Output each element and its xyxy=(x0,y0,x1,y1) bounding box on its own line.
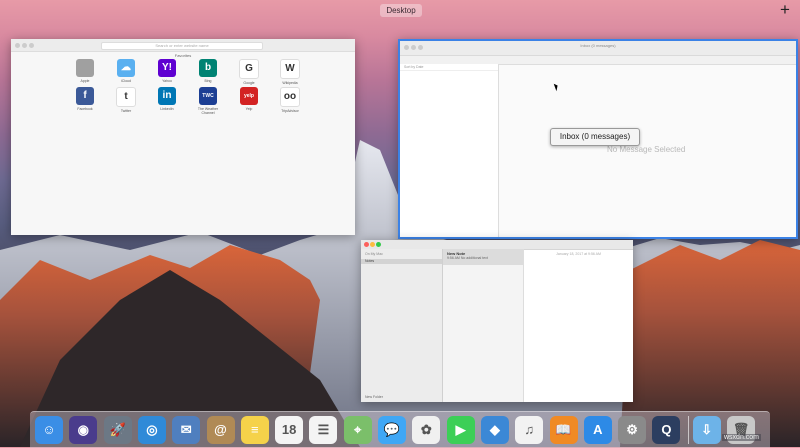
mail-stamp-icon[interactable]: ✉ xyxy=(172,416,201,444)
tripadvisor-icon: oo xyxy=(280,87,300,107)
favorite-label: The Weather Channel xyxy=(197,107,219,115)
linkedin-icon: in xyxy=(158,87,176,105)
message-list[interactable]: Sort by Date xyxy=(400,64,499,237)
zoom-dot-icon[interactable] xyxy=(376,242,381,247)
wikipedia-icon: W xyxy=(280,59,300,79)
itunes-icon[interactable]: ♫ xyxy=(515,416,544,444)
maps-icon[interactable]: ⌖ xyxy=(343,416,372,444)
favorite-label: Yelp xyxy=(245,107,253,111)
mail-toolbar: Inbox (0 messages) xyxy=(400,41,796,56)
downloads-folder-icon[interactable]: ⇩ xyxy=(692,416,721,444)
favorite-label: iCloud xyxy=(121,79,131,83)
bing-icon: b xyxy=(199,59,217,77)
favorite-item[interactable]: ☁ iCloud xyxy=(109,59,143,83)
watermark: wsxdn.com xyxy=(722,434,762,441)
add-space-button[interactable]: + xyxy=(777,1,793,19)
zoom-dot-icon[interactable] xyxy=(29,43,34,48)
favorite-item[interactable]: W Wikipedia xyxy=(273,59,307,85)
yahoo-icon: Y! xyxy=(158,59,176,77)
address-bar[interactable]: Search or enter website name xyxy=(101,42,263,50)
favorite-label: Bing xyxy=(204,79,212,83)
safari-window[interactable]: Search or enter website name Favorites A… xyxy=(11,39,355,235)
quicktime-icon[interactable]: Q xyxy=(652,416,681,444)
close-dot-icon[interactable] xyxy=(15,43,20,48)
system-preferences-icon[interactable]: ⚙ xyxy=(618,416,647,444)
favorite-label: Google xyxy=(243,81,255,85)
safari-toolbar: Search or enter website name xyxy=(11,39,355,52)
photos-icon[interactable]: ✿ xyxy=(412,416,441,444)
favorite-item[interactable]: G Google xyxy=(232,59,266,85)
keynote-icon[interactable]: ◆ xyxy=(480,416,509,444)
new-folder-button[interactable]: New Folder xyxy=(365,395,383,399)
note-date: January 18, 2017 at 9:56 AM xyxy=(556,252,601,256)
no-message-selected: No Message Selected xyxy=(607,145,686,154)
favorite-item[interactable]: oo TripAdvisor xyxy=(273,87,307,113)
dock: ☺ ◉ 🚀 ◎ ✉ @ ≡ 18 ☰ ⌖ 💬 ✿ ▶ ◆ ♫ 📖 A ⚙ Q ⇩ 🗑 xyxy=(30,411,770,448)
google-icon: G xyxy=(239,59,259,79)
dock-separator xyxy=(688,416,689,444)
account-label: On My Mac xyxy=(365,252,383,256)
reminders-icon[interactable]: ☰ xyxy=(309,416,338,444)
apple-icon xyxy=(76,59,94,77)
note-snippet: 9:56 AM No additional text xyxy=(447,256,488,260)
favorite-item[interactable]: f Facebook xyxy=(68,87,102,111)
favorite-label: Yahoo xyxy=(162,79,172,83)
contacts-icon[interactable]: @ xyxy=(206,416,235,444)
favorite-label: Apple xyxy=(80,79,90,83)
cloud-icon: ☁ xyxy=(117,59,135,77)
app-store-icon[interactable]: A xyxy=(583,416,612,444)
favorite-item[interactable]: TWC The Weather Channel xyxy=(191,87,225,115)
favorite-item[interactable]: Y! Yahoo xyxy=(150,59,184,83)
favorites-title: Favorites xyxy=(174,53,192,58)
window-title-tooltip: Inbox (0 messages) xyxy=(550,128,640,146)
ibooks-icon[interactable]: 📖 xyxy=(549,416,578,444)
weather-icon: TWC xyxy=(199,87,217,105)
safari-icon[interactable]: ◎ xyxy=(137,416,166,444)
facetime-icon[interactable]: ▶ xyxy=(446,416,475,444)
calendar-icon[interactable]: 18 xyxy=(275,416,304,444)
sort-label[interactable]: Sort by Date xyxy=(400,64,498,71)
favorite-item[interactable]: Apple xyxy=(68,59,102,83)
favorite-label: TripAdvisor xyxy=(281,109,299,113)
launchpad-icon[interactable]: 🚀 xyxy=(103,416,132,444)
favorite-item[interactable]: t Twitter xyxy=(109,87,143,113)
notes-list: New Note 9:56 AM No additional text xyxy=(443,249,524,402)
folder-notes[interactable]: Notes xyxy=(361,259,442,264)
list-item[interactable]: New Note 9:56 AM No additional text xyxy=(443,249,523,265)
notes-window[interactable]: On My Mac Notes New Folder New Note 9:56… xyxy=(361,240,633,402)
siri-icon[interactable]: ◉ xyxy=(69,416,98,444)
yelp-icon: yelp xyxy=(240,87,258,105)
favorite-item[interactable]: in LinkedIn xyxy=(150,87,184,111)
favorite-item[interactable]: yelp Yelp xyxy=(232,87,266,111)
notes-folder-sidebar: On My Mac Notes New Folder xyxy=(361,249,443,402)
messages-icon[interactable]: 💬 xyxy=(378,416,406,444)
notes-icon[interactable]: ≡ xyxy=(240,416,269,444)
mission-control-spaces-bar: Desktop + xyxy=(0,0,800,22)
finder-icon[interactable]: ☺ xyxy=(35,416,63,444)
minimize-dot-icon[interactable] xyxy=(370,242,375,247)
favorite-item[interactable]: b Bing xyxy=(191,59,225,83)
twitter-icon: t xyxy=(116,87,136,107)
close-dot-icon[interactable] xyxy=(364,242,369,247)
facebook-icon: f xyxy=(76,87,94,105)
favorite-label: LinkedIn xyxy=(160,107,174,111)
mail-window-title: Inbox (0 messages) xyxy=(580,43,616,48)
favorite-label: Facebook xyxy=(77,107,93,111)
minimize-dot-icon[interactable] xyxy=(22,43,27,48)
favorite-label: Twitter xyxy=(120,109,132,113)
desktop-space-label[interactable]: Desktop xyxy=(380,4,422,17)
favorite-label: Wikipedia xyxy=(282,81,298,85)
